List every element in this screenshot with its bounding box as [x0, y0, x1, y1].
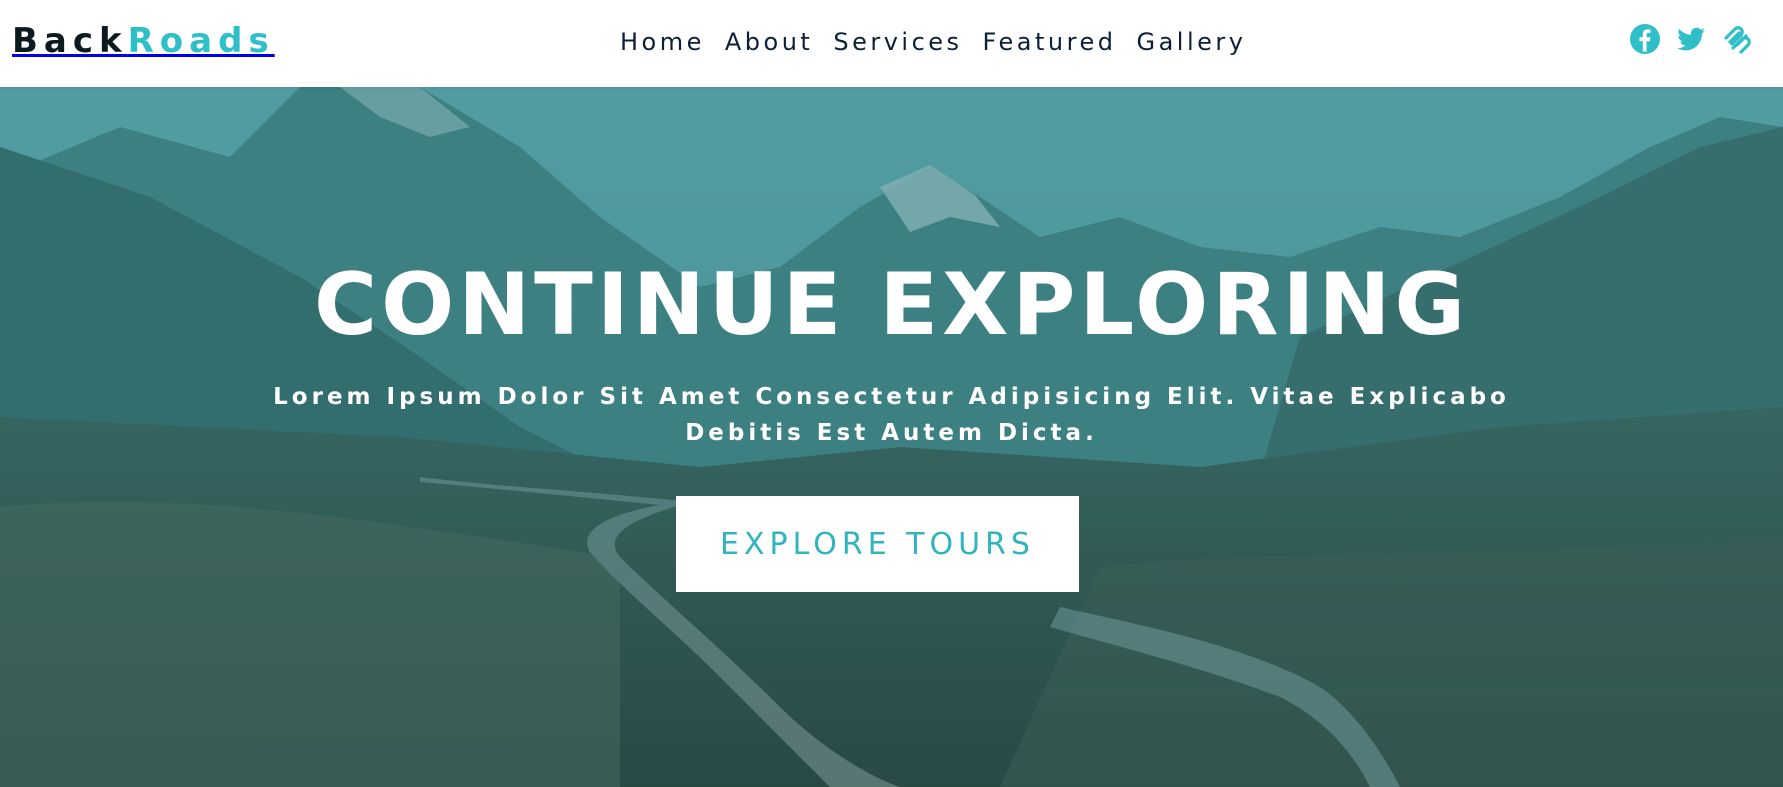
- hero-section: CONTINUE EXPLORING Lorem Ipsum Dolor Sit…: [0, 87, 1783, 787]
- hero-description: Lorem Ipsum Dolor Sit Amet Consectetur A…: [260, 379, 1523, 451]
- nav-links: Home About Services Featured Gallery: [620, 23, 1246, 61]
- explore-tours-button[interactable]: EXPLORE TOURS: [676, 496, 1079, 592]
- social-links: [1628, 22, 1754, 56]
- twitter-link[interactable]: [1674, 22, 1708, 56]
- nav-link-featured[interactable]: Featured: [983, 28, 1117, 56]
- squarespace-icon: [1724, 26, 1751, 54]
- nav-link-services[interactable]: Services: [833, 28, 962, 56]
- hero-content: CONTINUE EXPLORING Lorem Ipsum Dolor Sit…: [0, 87, 1783, 787]
- hero-title: CONTINUE EXPLORING: [313, 255, 1470, 355]
- hero-description-line1: Lorem Ipsum Dolor Sit Amet Consectetur A…: [273, 384, 1510, 410]
- nav-item-home: Home: [620, 23, 705, 61]
- nav-item-gallery: Gallery: [1136, 23, 1246, 61]
- brand-logo[interactable]: BackRoads: [12, 18, 275, 64]
- nav-item-about: About: [725, 23, 813, 61]
- twitter-icon: [1677, 27, 1705, 51]
- nav-item-featured: Featured: [983, 23, 1117, 61]
- brand-logo-part1: Back: [12, 21, 128, 61]
- brand-logo-part2: Roads: [127, 21, 275, 61]
- hero-description-line2: Debitis Est Autem Dicta.: [685, 420, 1098, 446]
- facebook-link[interactable]: [1628, 22, 1662, 56]
- nav-link-about[interactable]: About: [725, 28, 813, 56]
- nav-link-gallery[interactable]: Gallery: [1136, 28, 1246, 56]
- facebook-icon: [1630, 24, 1660, 54]
- navbar: BackRoads Home About Services Featured G…: [0, 0, 1783, 87]
- nav-item-services: Services: [833, 23, 962, 61]
- nav-link-home[interactable]: Home: [620, 28, 705, 56]
- squarespace-link[interactable]: [1720, 22, 1754, 56]
